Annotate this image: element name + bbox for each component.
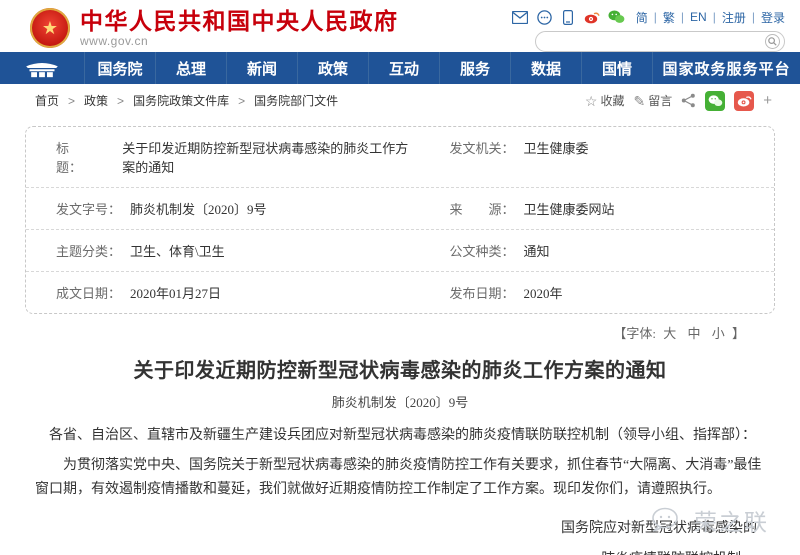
breadcrumb-separator: > [117, 94, 124, 108]
meta-row: 成文日期： 2020年01月27日 发布日期： 2020年 [26, 272, 774, 313]
breadcrumb-separator: > [238, 94, 245, 108]
meta-row: 发文字号： 肺炎机制发〔2020〕9号 来 源： 卫生健康委网站 [26, 188, 774, 230]
meta-row: 主题分类： 卫生、体育\卫生 公文种类： 通知 [26, 230, 774, 272]
font-size-suffix: 】 [732, 326, 745, 341]
national-emblem-logo: ★ [30, 8, 70, 48]
more-share-button[interactable]: + [763, 92, 772, 109]
nav-item-data[interactable]: 数据 [511, 52, 582, 84]
font-size-medium[interactable]: 中 [687, 326, 700, 341]
site-header: ★ 中华人民共和国中央人民政府 www.gov.cn [0, 0, 800, 52]
breadcrumb-dept-documents[interactable]: 国务院部门文件 [254, 92, 338, 109]
meta-label-source: 来 源： [449, 199, 514, 218]
meta-value-doc-type: 通知 [523, 241, 549, 260]
article-paragraph: 各省、自治区、直辖市及新疆生产建设兵团应对新型冠状病毒感染的肺炎疫情联防联控机制… [35, 424, 765, 448]
signature-org-line1: 国务院应对新型冠状病毒感染的 [35, 517, 765, 537]
link-separator: | [654, 10, 657, 24]
wechat-icon [708, 95, 723, 107]
share-wechat-button[interactable] [705, 91, 725, 111]
meta-value-source: 卫生健康委网站 [523, 199, 614, 218]
lang-english-link[interactable]: EN [690, 10, 707, 24]
breadcrumb-home[interactable]: 首页 [35, 92, 59, 109]
share-icon [681, 93, 696, 108]
quick-links-row: 简 | 繁 | EN | 注册 | 登录 [512, 8, 785, 26]
page-actions: ☆ 收藏 ✎ 留言 + [585, 91, 772, 111]
article-paragraph: 为贯彻落实党中央、国务院关于新型冠状病毒感染的肺炎疫情防控工作有关要求，抓住春节… [35, 454, 765, 502]
font-size-large[interactable]: 大 [663, 326, 676, 341]
meta-label-doc-number: 发文字号： [56, 199, 121, 218]
search-icon[interactable] [765, 34, 780, 49]
locale-account-links: 简 | 繁 | EN | 注册 | 登录 [636, 9, 785, 26]
nav-item-national[interactable]: 国情 [582, 52, 653, 84]
breadcrumb-policy-library[interactable]: 国务院政策文件库 [133, 92, 229, 109]
article-title: 关于印发近期防控新型冠状病毒感染的肺炎工作方案的通知 [35, 354, 765, 383]
font-size-small[interactable]: 小 [712, 326, 725, 341]
main-nav: 国务院 总理 新闻 政策 互动 服务 数据 国情 国家政务服务平台 [0, 52, 800, 84]
favorite-label: 收藏 [600, 92, 624, 109]
breadcrumb-row: 首页 > 政策 > 国务院政策文件库 > 国务院部门文件 ☆ 收藏 ✎ 留言 [0, 84, 800, 117]
page: ★ 中华人民共和国中央人民政府 www.gov.cn [0, 0, 800, 555]
lang-traditional-link[interactable]: 繁 [663, 9, 675, 26]
document-meta-table: 标 题： 关于印发近期防控新型冠状病毒感染的肺炎工作方案的通知 发文机关： 卫生… [25, 126, 775, 314]
star-icon: ☆ [585, 94, 598, 108]
meta-label-publish-date: 发布日期： [449, 283, 514, 302]
article: 关于印发近期防控新型冠状病毒感染的肺炎工作方案的通知 肺炎机制发〔2020〕9号… [0, 354, 800, 555]
meta-value-issuing-org: 卫生健康委 [523, 138, 588, 157]
meta-label-written-date: 成文日期： [56, 283, 121, 302]
weibo-icon[interactable] [584, 10, 601, 25]
site-url[interactable]: www.gov.cn [80, 34, 399, 48]
meta-label-issuing-org: 发文机关： [449, 138, 514, 157]
share-button[interactable] [681, 93, 696, 108]
site-brand[interactable]: ★ 中华人民共和国中央人民政府 www.gov.cn [30, 4, 399, 52]
meta-value-publish-date: 2020年 [523, 283, 562, 302]
link-separator: | [713, 10, 716, 24]
weibo-icon [737, 94, 752, 107]
share-weibo-button[interactable] [734, 91, 754, 111]
nav-item-policy[interactable]: 政策 [298, 52, 369, 84]
search-box[interactable] [535, 31, 785, 52]
site-title: 中华人民共和国中央人民政府 [80, 8, 399, 34]
meta-label-doc-type: 公文种类： [449, 241, 514, 260]
breadcrumb-separator: > [68, 94, 75, 108]
meta-value-written-date: 2020年01月27日 [130, 283, 221, 302]
nav-item-state-council[interactable]: 国务院 [85, 52, 156, 84]
nav-item-gov-service-platform[interactable]: 国家政务服务平台 [653, 52, 800, 84]
login-link[interactable]: 登录 [761, 9, 785, 26]
meta-value-title: 关于印发近期防控新型冠状病毒感染的肺炎工作方案的通知 [122, 138, 419, 176]
meta-label-category: 主题分类： [56, 241, 121, 260]
wechat-icon[interactable] [608, 10, 625, 25]
meta-row: 标 题： 关于印发近期防控新型冠状病毒感染的肺炎工作方案的通知 发文机关： 卫生… [26, 127, 774, 188]
nav-item-services[interactable]: 服务 [440, 52, 511, 84]
font-size-prefix: 【字体: [613, 326, 656, 341]
comment-button[interactable]: ✎ 留言 [633, 92, 672, 109]
nav-home-icon[interactable] [0, 52, 85, 84]
register-link[interactable]: 注册 [722, 9, 746, 26]
font-size-bar: 【字体: 大 中 小 】 [0, 314, 800, 342]
meta-value-doc-number: 肺炎机制发〔2020〕9号 [130, 199, 267, 218]
nav-item-interact[interactable]: 互动 [369, 52, 440, 84]
comment-label: 留言 [648, 92, 672, 109]
nav-item-news[interactable]: 新闻 [227, 52, 298, 84]
meta-value-category: 卫生、体育\卫生 [130, 241, 225, 260]
breadcrumb: 首页 > 政策 > 国务院政策文件库 > 国务院部门文件 [35, 92, 338, 109]
header-right: 简 | 繁 | EN | 注册 | 登录 [512, 4, 785, 52]
mobile-icon[interactable] [560, 10, 577, 25]
link-separator: | [681, 10, 684, 24]
mail-icon[interactable] [512, 10, 529, 25]
meta-label-title: 标 题： [56, 138, 113, 176]
nav-item-premier[interactable]: 总理 [156, 52, 227, 84]
signature-org-line2: 肺炎疫情联防联控机制 [35, 548, 765, 555]
pencil-icon: ✎ [633, 94, 645, 108]
link-separator: | [752, 10, 755, 24]
article-doc-number: 肺炎机制发〔2020〕9号 [35, 392, 765, 411]
lang-simplified-link[interactable]: 简 [636, 9, 648, 26]
favorite-button[interactable]: ☆ 收藏 [585, 92, 625, 109]
message-icon[interactable] [536, 10, 553, 25]
search-input[interactable] [548, 35, 765, 49]
breadcrumb-policy[interactable]: 政策 [84, 92, 108, 109]
